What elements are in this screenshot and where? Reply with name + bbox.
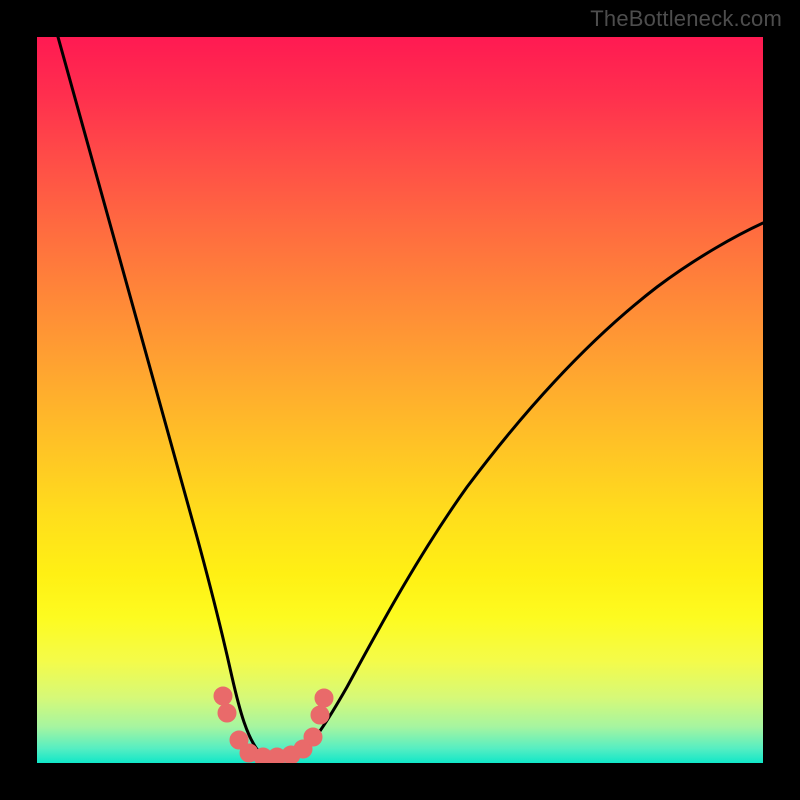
curve-path — [58, 37, 763, 761]
valley-markers — [214, 687, 333, 763]
attribution-label: TheBottleneck.com — [590, 6, 782, 32]
plot-area — [37, 37, 763, 763]
chart-frame: TheBottleneck.com — [0, 0, 800, 800]
bottleneck-curve — [37, 37, 763, 763]
